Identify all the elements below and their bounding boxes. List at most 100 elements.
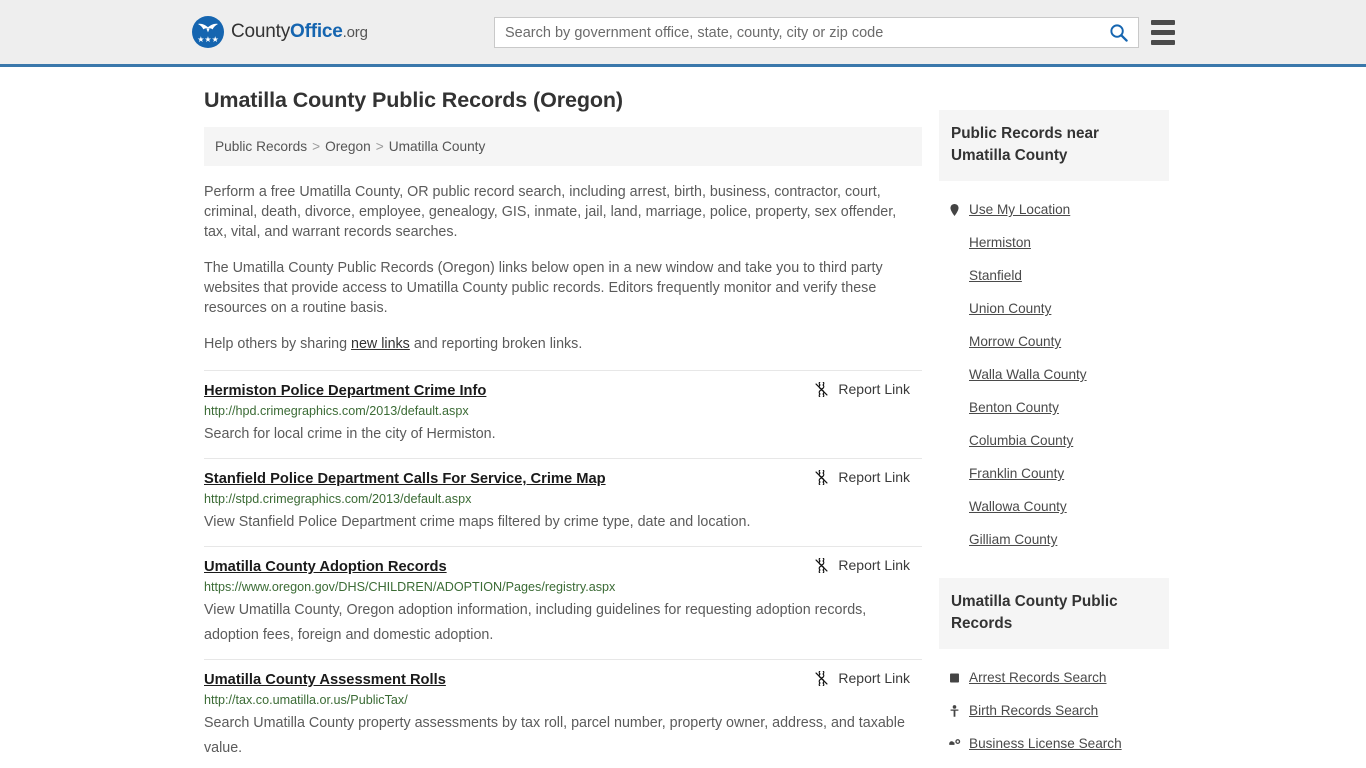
baby-icon xyxy=(947,703,961,718)
fingerprint-icon xyxy=(949,673,959,682)
main-column: Umatilla County Public Records (Oregon) … xyxy=(204,88,922,768)
search-bar[interactable] xyxy=(494,17,1139,48)
sidebar-item-label[interactable]: Morrow County xyxy=(969,334,1061,349)
sidebar-item-label[interactable]: Walla Walla County xyxy=(969,367,1087,382)
report-link-label: Report Link xyxy=(838,381,910,397)
sidebar-nearby-item-morrow-county[interactable]: Morrow County xyxy=(939,325,1169,358)
sidebar-nearby-item-wallowa-county[interactable]: Wallowa County xyxy=(939,490,1169,523)
sidebar: Public Records near Umatilla County Use … xyxy=(939,110,1169,760)
breadcrumb-separator: > xyxy=(312,139,321,154)
briefcase-gear-icon xyxy=(948,738,960,745)
search-button[interactable] xyxy=(1098,18,1138,47)
broken-link-icon xyxy=(815,381,828,397)
record-url: http://stpd.crimegraphics.com/2013/defau… xyxy=(204,492,472,506)
sidebar-record-item-business-license-search[interactable]: Business License Search xyxy=(939,727,1169,760)
hamburger-bar xyxy=(1151,30,1175,35)
sidebar-nearby-list: Use My Location Hermiston Stanfield Union C… xyxy=(939,181,1169,556)
page-title: Umatilla County Public Records (Oregon) xyxy=(204,88,623,112)
record-title-link[interactable]: Umatilla County Assessment Rolls xyxy=(204,672,446,688)
site-logo[interactable]: ★★★ CountyOffice.org xyxy=(192,16,368,48)
report-link-button[interactable]: Report Link xyxy=(814,670,910,686)
help-line: Help others by sharing new links and rep… xyxy=(204,334,922,354)
records-list: Hermiston Police Department Crime Info ht… xyxy=(204,370,922,768)
help-line-after: and reporting broken links. xyxy=(409,336,583,352)
record-description: Search Umatilla County property assessme… xyxy=(204,715,905,756)
no-icon xyxy=(947,367,961,382)
record-url: http://hpd.crimegraphics.com/2013/defaul… xyxy=(204,404,469,418)
sidebar-nearby-item-franklin-county[interactable]: Franklin County xyxy=(939,457,1169,490)
sidebar-item-label[interactable]: Franklin County xyxy=(969,466,1064,481)
record-title-link[interactable]: Umatilla County Adoption Records xyxy=(204,559,447,575)
no-icon xyxy=(947,268,961,283)
no-icon xyxy=(947,466,961,481)
map-pin-icon xyxy=(949,203,959,216)
record-description: Search for local crime in the city of He… xyxy=(204,426,496,442)
no-icon xyxy=(947,433,961,448)
breadcrumb-item-umatilla-county[interactable]: Umatilla County xyxy=(389,139,486,154)
sidebar-nearby-item-walla-walla-county[interactable]: Walla Walla County xyxy=(939,358,1169,391)
record-url: http://tax.co.umatilla.or.us/PublicTax/ xyxy=(204,693,408,707)
sidebar-item-label[interactable]: Business License Search xyxy=(969,736,1122,751)
sidebar-item-label[interactable]: Benton County xyxy=(969,400,1059,415)
record-description: View Stanfield Police Department crime m… xyxy=(204,514,751,530)
record-row: Stanfield Police Department Calls For Se… xyxy=(204,458,922,546)
briefcase-gear-icon xyxy=(947,736,961,751)
breadcrumb-item-oregon[interactable]: Oregon xyxy=(325,139,371,154)
broken-link-icon xyxy=(815,670,828,686)
sidebar-record-item-arrest-records-search[interactable]: Arrest Records Search xyxy=(939,661,1169,694)
report-link-button[interactable]: Report Link xyxy=(814,381,910,397)
sidebar-nearby-item-gilliam-county[interactable]: Gilliam County xyxy=(939,523,1169,556)
logo-text-county: County xyxy=(231,21,291,42)
report-link-button[interactable]: Report Link xyxy=(814,469,910,485)
map-pin-icon xyxy=(947,202,961,217)
report-link-label: Report Link xyxy=(838,670,910,686)
sidebar-nearby-item-columbia-county[interactable]: Columbia County xyxy=(939,424,1169,457)
intro-paragraph-2: The Umatilla County Public Records (Oreg… xyxy=(204,260,883,316)
sidebar-item-label[interactable]: Stanfield xyxy=(969,268,1022,283)
new-links-link[interactable]: new links xyxy=(351,336,410,352)
sidebar-item-label[interactable]: Gilliam County xyxy=(969,532,1057,547)
sidebar-nearby-heading: Public Records near Umatilla County xyxy=(939,110,1169,181)
hamburger-bar xyxy=(1151,40,1175,45)
no-icon xyxy=(947,334,961,349)
sidebar-record-item-birth-records-search[interactable]: Birth Records Search xyxy=(939,694,1169,727)
breadcrumb-item-public-records[interactable]: Public Records xyxy=(215,139,307,154)
no-icon xyxy=(947,532,961,547)
hamburger-menu-icon[interactable] xyxy=(1151,20,1175,45)
sidebar-item-label[interactable]: Use My Location xyxy=(969,202,1070,217)
no-icon xyxy=(947,301,961,316)
site-header: ★★★ CountyOffice.org xyxy=(0,0,1366,67)
breadcrumb: Public Records > Oregon > Umatilla County xyxy=(204,127,922,166)
sidebar-records-list: Arrest Records Search Birth Records Searc… xyxy=(939,649,1169,760)
sidebar-item-label[interactable]: Wallowa County xyxy=(969,499,1067,514)
help-line-before: Help others by sharing xyxy=(204,336,352,352)
sidebar-nearby-item-stanfield[interactable]: Stanfield xyxy=(939,259,1169,292)
report-link-button[interactable]: Report Link xyxy=(814,557,910,573)
record-url: https://www.oregon.gov/DHS/CHILDREN/ADOP… xyxy=(204,580,616,594)
no-icon xyxy=(947,499,961,514)
record-row: Umatilla County Adoption Records https://… xyxy=(204,546,922,659)
sidebar-nearby-item-union-county[interactable]: Union County xyxy=(939,292,1169,325)
sidebar-nearby-item-hermiston[interactable]: Hermiston xyxy=(939,226,1169,259)
sidebar-item-label[interactable]: Columbia County xyxy=(969,433,1073,448)
eagle-shield-icon: ★★★ xyxy=(192,16,224,48)
broken-link-icon xyxy=(815,557,828,573)
logo-wordmark: CountyOffice.org xyxy=(231,21,368,43)
search-input[interactable] xyxy=(495,18,1098,47)
hamburger-bar xyxy=(1151,20,1175,25)
sidebar-item-label[interactable]: Birth Records Search xyxy=(969,703,1098,718)
sidebar-records-heading: Umatilla County Public Records xyxy=(939,578,1169,649)
logo-text-office: Office xyxy=(290,21,343,42)
record-title-link[interactable]: Stanfield Police Department Calls For Se… xyxy=(204,471,606,487)
sidebar-item-label[interactable]: Union County xyxy=(969,301,1051,316)
record-title-link[interactable]: Hermiston Police Department Crime Info xyxy=(204,383,486,399)
breadcrumb-separator: > xyxy=(375,139,384,154)
sidebar-item-label[interactable]: Arrest Records Search xyxy=(969,670,1107,685)
logo-text-tld: .org xyxy=(342,24,368,41)
record-row: Umatilla County Assessment Rolls http://t… xyxy=(204,659,922,768)
sidebar-item-label[interactable]: Hermiston xyxy=(969,235,1031,250)
sidebar-nearby-item-use-my-location[interactable]: Use My Location xyxy=(939,193,1169,226)
record-description: View Umatilla County, Oregon adoption in… xyxy=(204,602,867,643)
sidebar-records-block: Umatilla County Public Records Arrest Re… xyxy=(939,578,1169,760)
sidebar-nearby-item-benton-county[interactable]: Benton County xyxy=(939,391,1169,424)
